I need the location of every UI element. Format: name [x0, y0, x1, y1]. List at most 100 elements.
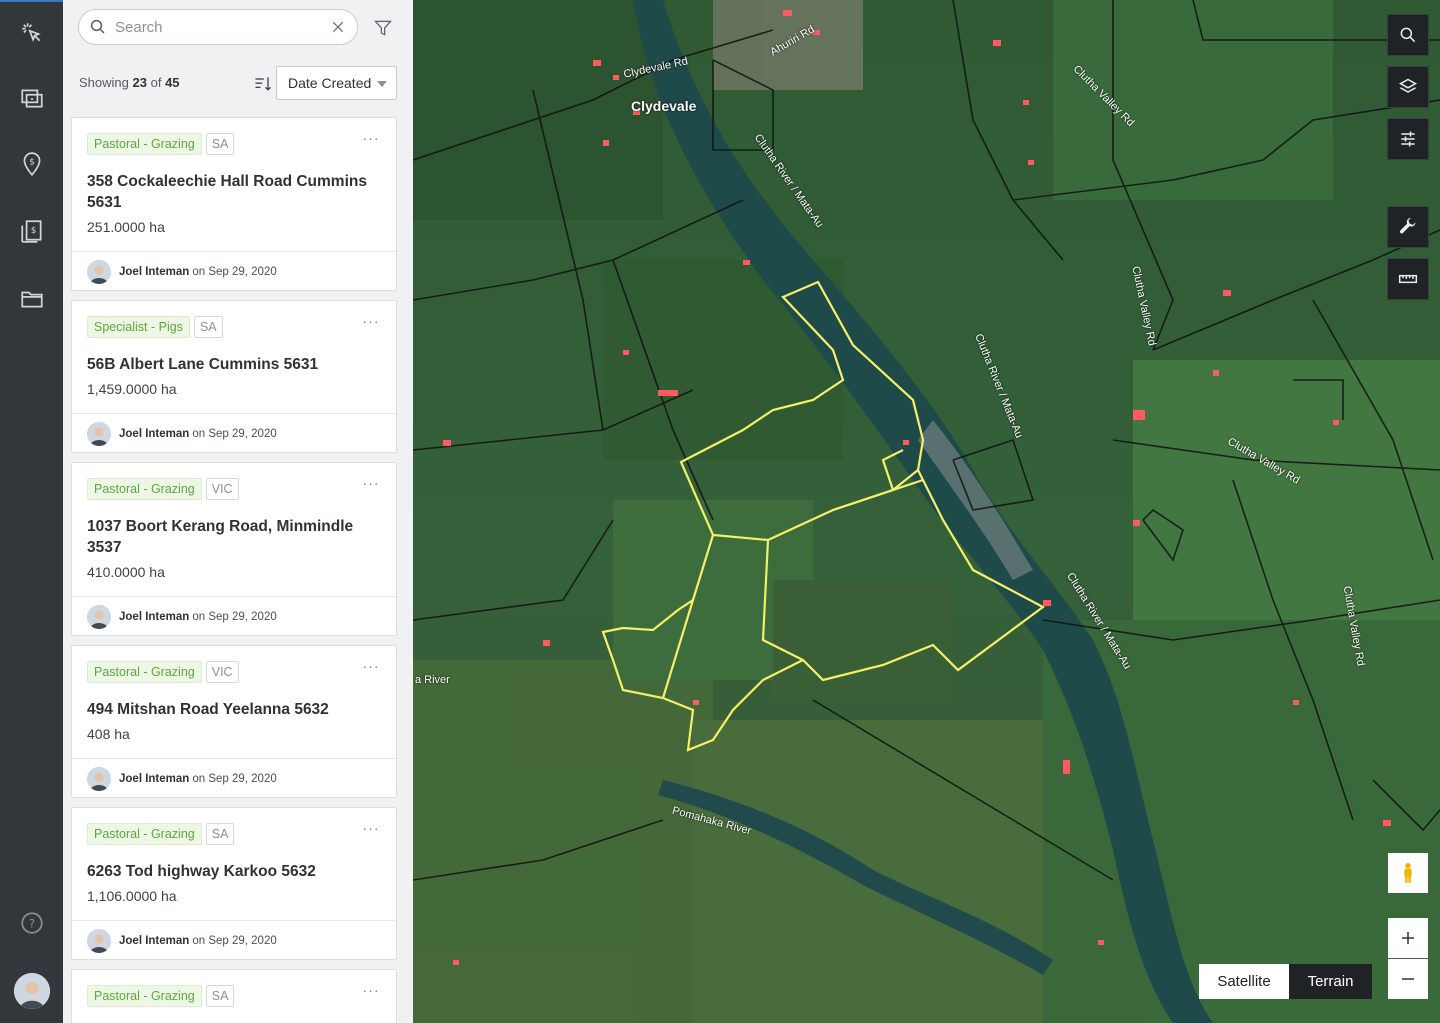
- search-box: [78, 9, 358, 45]
- listing-card[interactable]: Pastoral - Grazing VIC ··· 1037 Boort Ker…: [71, 462, 397, 636]
- state-tag: SA: [193, 316, 223, 338]
- satellite-imagery: [413, 0, 1440, 1023]
- on-label: on: [192, 611, 206, 623]
- state-tag: VIC: [205, 478, 239, 500]
- author-name: Joel Inteman: [119, 266, 190, 278]
- listing-address[interactable]: 56B Albert Lane Cummins 5631: [87, 354, 377, 375]
- listing-card[interactable]: Pastoral - Grazing SA ···: [71, 969, 397, 1023]
- listing-area: 1,459.0000 ha: [87, 381, 177, 397]
- wrench-icon: [1399, 217, 1416, 234]
- type-tag: Pastoral - Grazing: [87, 985, 202, 1007]
- map-search-button[interactable]: [1387, 14, 1429, 56]
- map-view[interactable]: Clydevale Clutha River / Mata-Au Clutha …: [413, 0, 1440, 1023]
- listing-card[interactable]: Specialist - Pigs SA ··· 56B Albert Lane …: [71, 300, 397, 453]
- listing-area: 251.0000 ha: [87, 219, 165, 235]
- listing-author: Joel Inteman on Sep 29, 2020: [87, 422, 277, 446]
- listing-date: Sep 29, 2020: [208, 773, 277, 785]
- type-tag: Pastoral - Grazing: [87, 478, 202, 500]
- measure-button[interactable]: [1387, 258, 1429, 300]
- author-avatar: [87, 260, 111, 284]
- of-label: of: [150, 75, 162, 90]
- zoom-out-button[interactable]: [1388, 959, 1428, 999]
- card-divider: [72, 920, 396, 921]
- active-indicator: [0, 0, 63, 2]
- layers-icon: [1398, 78, 1418, 93]
- type-tag: Pastoral - Grazing: [87, 133, 202, 155]
- listings-panel: Showing 23 of 45 Date Created Pastoral -…: [63, 0, 413, 1023]
- svg-text:$: $: [29, 157, 35, 167]
- sort-icon: [255, 77, 271, 91]
- listing-date: Sep 29, 2020: [208, 611, 277, 623]
- more-options-icon[interactable]: ···: [362, 821, 380, 838]
- author-name: Joel Inteman: [119, 611, 190, 623]
- left-nav-rail: $ $ ?: [0, 0, 63, 1023]
- listing-address[interactable]: 6263 Tod highway Karkoo 5632: [87, 861, 377, 882]
- shown-count: 23: [132, 75, 147, 90]
- on-label: on: [192, 773, 206, 785]
- listing-area: 408 ha: [87, 726, 130, 742]
- search-icon: [90, 19, 105, 34]
- listing-address[interactable]: 1037 Boort Kerang Road, Minmindle 3537: [87, 516, 377, 558]
- author-name: Joel Inteman: [119, 935, 190, 947]
- more-options-icon[interactable]: ···: [362, 476, 380, 493]
- map-settings-button[interactable]: [1387, 118, 1429, 160]
- ruler-icon: [1398, 274, 1418, 284]
- pointer-click-icon[interactable]: [16, 17, 47, 48]
- author-avatar: [87, 605, 111, 629]
- author-avatar: [87, 767, 111, 791]
- type-tag: Pastoral - Grazing: [87, 661, 202, 683]
- tools-button[interactable]: [1387, 206, 1429, 248]
- close-icon: [332, 21, 344, 33]
- sort-order-button[interactable]: [253, 74, 273, 94]
- more-options-icon[interactable]: ···: [362, 659, 380, 676]
- state-tag: VIC: [205, 661, 239, 683]
- location-dollar-icon[interactable]: $: [16, 148, 47, 179]
- total-count: 45: [165, 75, 180, 90]
- type-tag: Specialist - Pigs: [87, 316, 190, 338]
- author-name: Joel Inteman: [119, 428, 190, 440]
- card-divider: [72, 758, 396, 759]
- layers-button[interactable]: [1387, 66, 1429, 108]
- search-input[interactable]: [115, 18, 329, 36]
- sort-select[interactable]: Date Created: [276, 66, 397, 100]
- filter-icon: [374, 20, 392, 36]
- user-avatar[interactable]: [14, 973, 50, 1009]
- author-name: Joel Inteman: [119, 773, 190, 785]
- plus-icon: [1402, 932, 1414, 944]
- card-divider: [72, 251, 396, 252]
- on-label: on: [192, 428, 206, 440]
- listing-author: Joel Inteman on Sep 29, 2020: [87, 929, 277, 953]
- state-tag: SA: [205, 133, 235, 155]
- help-icon[interactable]: ?: [16, 907, 47, 938]
- sort-selected-value: Date Created: [288, 75, 372, 91]
- more-options-icon[interactable]: ···: [362, 131, 380, 148]
- filter-button[interactable]: [373, 18, 395, 40]
- author-avatar: [87, 929, 111, 953]
- town-label: Clydevale: [631, 98, 697, 114]
- listing-author: Joel Inteman on Sep 29, 2020: [87, 767, 277, 791]
- listing-address[interactable]: 494 Mitshan Road Yeelanna 5632: [87, 699, 377, 720]
- folder-icon[interactable]: [16, 283, 47, 314]
- pegman-icon: [1404, 862, 1412, 884]
- map-type-terrain[interactable]: Terrain: [1289, 964, 1372, 999]
- card-divider: [72, 413, 396, 414]
- more-options-icon[interactable]: ···: [362, 983, 380, 1000]
- ledger-dollar-icon[interactable]: $: [16, 215, 47, 246]
- listing-card[interactable]: Pastoral - Grazing SA ··· 6263 Tod highwa…: [71, 807, 397, 960]
- more-options-icon[interactable]: ···: [362, 314, 380, 331]
- listing-address[interactable]: 358 Cockaleechie Hall Road Cummins 5631: [87, 171, 377, 213]
- card-divider: [72, 596, 396, 597]
- zoom-in-button[interactable]: [1388, 918, 1428, 958]
- state-tag: SA: [205, 985, 235, 1007]
- map-type-satellite[interactable]: Satellite: [1199, 964, 1289, 999]
- street-view-button[interactable]: [1388, 853, 1428, 893]
- listing-area: 410.0000 ha: [87, 564, 165, 580]
- listings-icon[interactable]: [16, 82, 47, 113]
- listing-card[interactable]: Pastoral - Grazing VIC ··· 494 Mitshan Ro…: [71, 645, 397, 798]
- showing-label: Showing: [79, 75, 129, 90]
- search-icon: [1400, 27, 1416, 43]
- author-avatar: [87, 422, 111, 446]
- clear-search-button[interactable]: [329, 18, 347, 36]
- listing-card[interactable]: Pastoral - Grazing SA ··· 358 Cockaleechi…: [71, 117, 397, 291]
- svg-text:?: ?: [28, 916, 34, 930]
